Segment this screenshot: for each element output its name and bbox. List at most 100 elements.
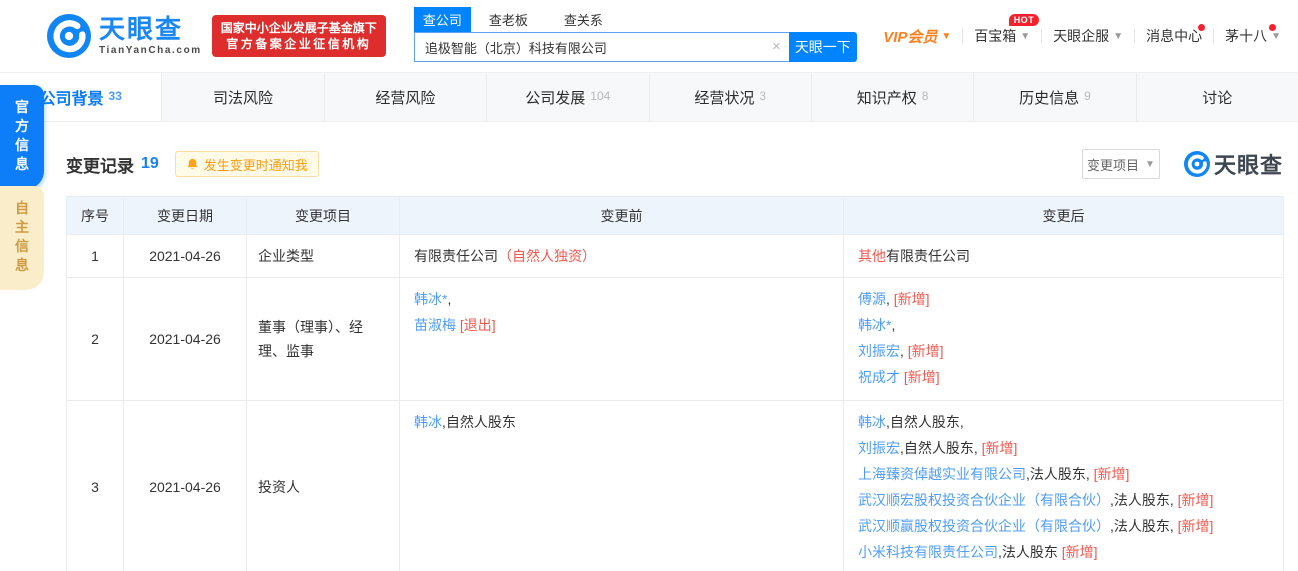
chevron-down-icon: ▼: [1145, 158, 1155, 170]
entity-link[interactable]: 武汉顺赢股权投资合伙企业（有限合伙）: [858, 518, 1110, 534]
entity-link[interactable]: 韩冰*: [858, 317, 891, 333]
entry-text: 有限责任公司: [414, 248, 498, 264]
serial-cell: 2: [66, 277, 124, 401]
top-menu: VIP会员 ▼ 百宝箱 HOT ▼ 天眼企服 ▼ 消息中心 茅十八 ▼: [872, 14, 1298, 47]
search-tabs: 查公司 查老板 查关系: [413, 7, 857, 32]
section-title: 变更记录: [66, 156, 134, 176]
tab-company-development-count: 104: [590, 89, 611, 103]
change-entry: 韩冰*,: [858, 312, 1269, 338]
entity-link[interactable]: 韩冰*: [414, 291, 447, 307]
entity-link[interactable]: 韩冰: [414, 414, 442, 430]
tab-operating-status[interactable]: 经营状况 3: [650, 73, 812, 121]
search-button[interactable]: 天眼一下: [788, 32, 857, 62]
vip-member-menu[interactable]: VIP会员 ▼: [872, 26, 962, 47]
change-tag: [退出]: [459, 317, 496, 333]
tianyancha-logo[interactable]: 天眼查 TianYanCha.com: [47, 14, 202, 58]
change-item-cell: 投资人: [246, 400, 400, 571]
column-header-3: 变更前: [399, 196, 844, 235]
tianyancha-logo-icon: [47, 14, 91, 58]
tab-history-info[interactable]: 历史信息 9: [974, 73, 1137, 121]
notify-button-label: 发生变更时通知我: [203, 157, 308, 173]
change-tag: [新增]: [981, 440, 1018, 456]
chevron-down-icon: ▼: [1113, 30, 1124, 42]
entry-text: ,: [900, 343, 908, 359]
change-entry: 傅源, [新增]: [858, 286, 1269, 312]
side-tab-self-info[interactable]: 自主信息: [0, 186, 44, 290]
change-tag: [新增]: [903, 369, 940, 385]
tab-discussion[interactable]: 讨论: [1137, 73, 1298, 121]
change-entry: 其他有限责任公司: [858, 243, 1269, 269]
entity-link[interactable]: 刘振宏: [858, 440, 900, 456]
change-entry: 韩冰,自然人股东: [414, 409, 829, 435]
message-center-menu[interactable]: 消息中心: [1135, 24, 1213, 46]
gov-certification-badge: 国家中小企业发展子基金旗下 官方备案企业征信机构: [211, 15, 386, 57]
page: 天眼查 TianYanCha.com 国家中小企业发展子基金旗下 官方备案企业征…: [0, 0, 1298, 571]
entry-text: ,法人股东,: [1110, 518, 1178, 534]
entry-text: ,法人股东: [998, 544, 1062, 560]
entity-link[interactable]: 傅源: [858, 291, 886, 307]
tab-operating-status-label: 经营状况: [694, 89, 755, 107]
after-cell: 韩冰,自然人股东, 刘振宏,自然人股东, [新增] 上海臻资倬越实业有限公司,法人股…: [843, 400, 1284, 571]
change-tag: [新增]: [1177, 518, 1214, 534]
bell-icon: [187, 158, 198, 169]
tab-operating-risk[interactable]: 经营风险: [325, 73, 488, 121]
column-header-4: 变更后: [843, 196, 1284, 235]
maoshiba-menu[interactable]: 茅十八 ▼: [1214, 24, 1292, 46]
change-entry: 刘振宏,自然人股东, [新增]: [858, 435, 1269, 461]
table-row: 1 2021-04-26 企业类型 有限责任公司（自然人独资） 其他有限责任公司: [66, 234, 1284, 278]
watermark-logo-icon: [1183, 151, 1210, 177]
after-cell: 其他有限责任公司: [843, 234, 1284, 278]
search-company-tab[interactable]: 查公司: [413, 7, 471, 32]
tab-history-info-label: 历史信息: [1019, 89, 1080, 107]
search-input[interactable]: [413, 32, 789, 62]
change-entry: 小米科技有限责任公司,法人股东 [新增]: [858, 539, 1269, 565]
change-entry: 刘振宏, [新增]: [858, 338, 1269, 364]
entry-text: ,法人股东,: [1110, 492, 1178, 508]
change-item-filter-dropdown[interactable]: 变更项目 ▼: [1081, 149, 1160, 179]
vip-member-menu-label: VIP会员: [883, 28, 938, 46]
serial-cell: 1: [66, 234, 124, 278]
entity-link[interactable]: 祝成才: [858, 369, 900, 385]
tab-intellectual-property[interactable]: 知识产权 8: [812, 73, 975, 121]
change-entry: 武汉顺宏股权投资合伙企业（有限合伙）,法人股东, [新增]: [858, 487, 1269, 513]
entry-text: ,自然人股东,: [900, 440, 982, 456]
change-entry: 上海臻资倬越实业有限公司,法人股东, [新增]: [858, 461, 1269, 487]
entry-text: ,: [891, 317, 896, 333]
logo-subtitle: TianYanCha.com: [99, 45, 202, 56]
clear-search-icon[interactable]: ×: [772, 38, 781, 56]
change-entry: 韩冰,自然人股东,: [858, 409, 1269, 435]
notify-on-change-button[interactable]: 发生变更时通知我: [174, 151, 319, 177]
search-relation-tab[interactable]: 查关系: [555, 7, 612, 32]
change-records-table: 序号 变更日期 变更项目 变更前 变更后 1 2021-04-26 企业类型 有限责任公司（自…: [66, 196, 1284, 571]
tab-judicial-risk[interactable]: 司法风险: [162, 73, 325, 121]
date-cell: 2021-04-26: [123, 234, 247, 278]
tab-company-development[interactable]: 公司发展 104: [487, 73, 650, 121]
side-tab-official-info[interactable]: 官方信息: [0, 85, 44, 189]
treasure-box-menu[interactable]: 百宝箱 HOT ▼: [963, 14, 1041, 46]
watermark-logo: 天眼查: [1183, 148, 1283, 180]
column-header-0: 序号: [66, 196, 124, 235]
table-row: 2 2021-04-26 董事（理事）、经理、监事 韩冰*, 苗淑梅 [退出] 傅源, […: [66, 277, 1284, 401]
entity-link[interactable]: 苗淑梅: [414, 317, 456, 333]
entry-text: ,自然人股东,: [886, 414, 964, 430]
entity-link[interactable]: 小米科技有限责任公司: [858, 544, 998, 560]
search-boss-tab[interactable]: 查老板: [480, 7, 537, 32]
before-cell: 韩冰,自然人股东: [399, 400, 844, 571]
message-center-menu-label: 消息中心: [1146, 28, 1203, 44]
entity-link[interactable]: 韩冰: [858, 414, 886, 430]
change-tag: [新增]: [907, 343, 944, 359]
entry-text: 有限责任公司: [886, 248, 970, 264]
maoshiba-menu-label: 茅十八: [1225, 28, 1268, 44]
chevron-down-icon: ▼: [1020, 30, 1031, 42]
entity-link[interactable]: 武汉顺宏股权投资合伙企业（有限合伙）: [858, 492, 1110, 508]
gov-badge-line1: 国家中小企业发展子基金旗下: [220, 21, 377, 35]
entity-link[interactable]: 刘振宏: [858, 343, 900, 359]
column-header-1: 变更日期: [123, 196, 247, 235]
before-cell: 韩冰*, 苗淑梅 [退出]: [399, 277, 844, 401]
entity-link[interactable]: 上海臻资倬越实业有限公司: [858, 466, 1026, 482]
change-tag: [新增]: [1061, 544, 1098, 560]
tab-operating-status-count: 3: [759, 89, 767, 103]
notification-dot-icon: [1198, 24, 1206, 31]
chevron-down-icon: ▼: [1271, 30, 1281, 42]
tianyan-service-menu[interactable]: 天眼企服 ▼: [1042, 26, 1134, 46]
